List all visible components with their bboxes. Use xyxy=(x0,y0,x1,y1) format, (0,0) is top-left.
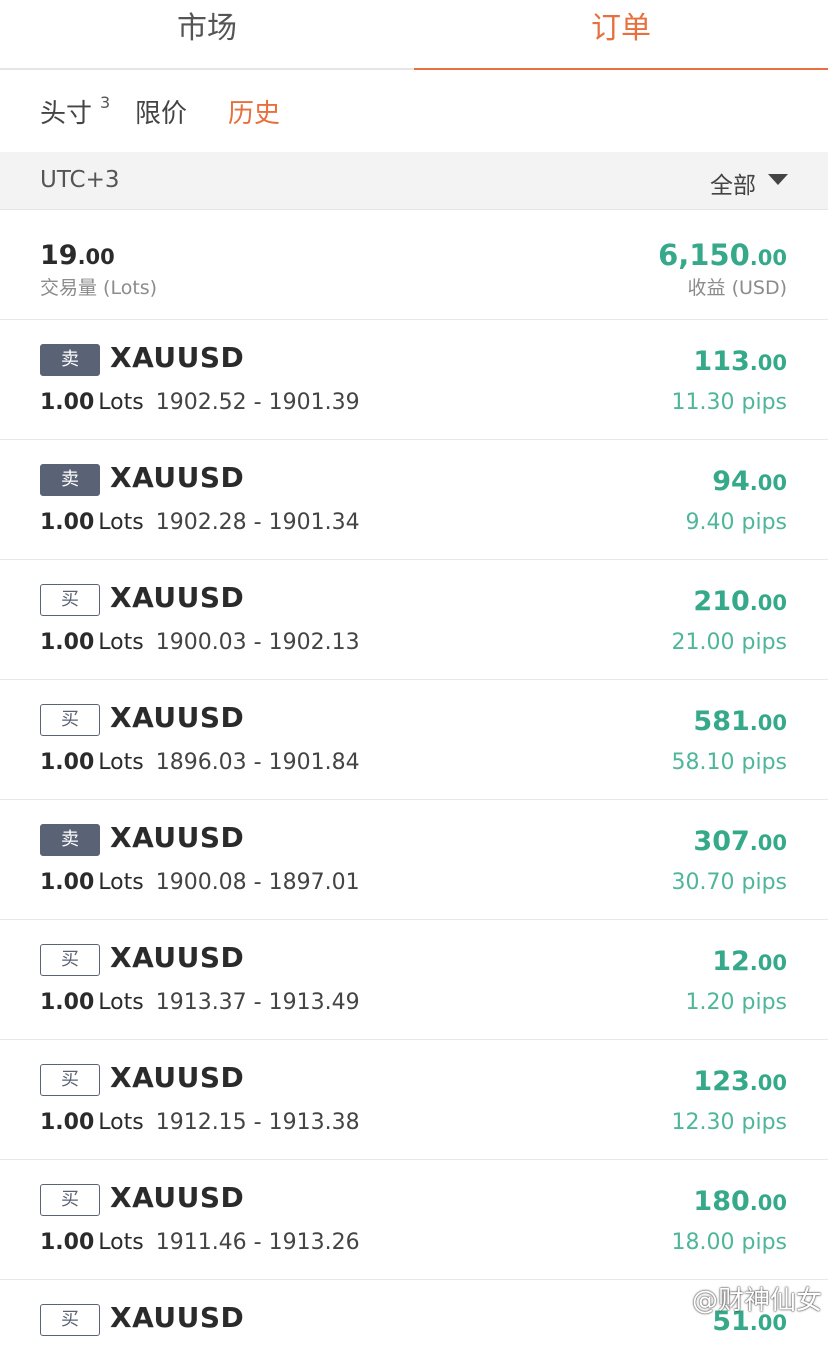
trade-details: 1.00 Lots 1902.28 - 1901.34 xyxy=(40,510,360,535)
trade-pips: 12.30 pips xyxy=(671,1110,787,1135)
trade-pips: 30.70 pips xyxy=(671,870,787,895)
side-badge: 买 xyxy=(40,1064,100,1096)
trade-symbol: XAUUSD xyxy=(110,461,245,494)
trade-details: 1.00 Lots 1896.03 - 1901.84 xyxy=(40,750,360,775)
total-profit: 6,150.00 xyxy=(658,238,787,272)
total-volume: 19.00 xyxy=(40,240,115,271)
trade-details: 1.00 Lots 1913.37 - 1913.49 xyxy=(40,990,360,1015)
trade-row[interactable]: 买 XAUUSD 1.00 Lots 1913.37 - 1913.49 12.00… xyxy=(0,920,828,1040)
side-badge: 卖 xyxy=(40,824,100,856)
chevron-down-icon[interactable] xyxy=(768,174,788,185)
side-badge: 买 xyxy=(40,944,100,976)
trade-details: 1.00 Lots 1911.46 - 1913.26 xyxy=(40,1230,360,1255)
trade-symbol: XAUUSD xyxy=(110,941,245,974)
trade-profit: 180.00 xyxy=(693,1186,787,1217)
trade-symbol: XAUUSD xyxy=(110,1061,245,1094)
trade-symbol: XAUUSD xyxy=(110,581,245,614)
trade-details: 1.00 Lots 1902.52 - 1901.39 xyxy=(40,390,360,415)
filter-bar: UTC+3 全部 xyxy=(0,152,828,210)
trade-row[interactable]: 卖 XAUUSD 1.00 Lots 1900.08 - 1897.01 307.0… xyxy=(0,800,828,920)
trade-pips: 11.30 pips xyxy=(671,390,787,415)
history-summary: 19.00 交易量 (Lots) 6,150.00 收益 (USD) xyxy=(0,210,828,320)
top-tab-bar: 市场 订单 xyxy=(0,0,828,72)
trade-symbol: XAUUSD xyxy=(110,821,245,854)
trade-history-list: 卖 XAUUSD 1.00 Lots 1902.52 - 1901.39 113.0… xyxy=(0,320,828,1346)
positions-count-badge: 3 xyxy=(100,93,111,112)
scope-filter-dropdown[interactable]: 全部 xyxy=(710,166,756,200)
tab-orders[interactable]: 订单 xyxy=(414,0,828,72)
trade-pips: 21.00 pips xyxy=(671,630,787,655)
side-badge: 买 xyxy=(40,584,100,616)
trade-row[interactable]: 买 XAUUSD 1.00 Lots 1911.46 - 1913.26 180.0… xyxy=(0,1160,828,1280)
trade-details: 1.00 Lots 1900.03 - 1902.13 xyxy=(40,630,360,655)
side-badge: 买 xyxy=(40,704,100,736)
trade-row[interactable]: 买 XAUUSD 1.00 Lots 1912.15 - 1913.38 123.0… xyxy=(0,1040,828,1160)
trade-profit: 123.00 xyxy=(693,1066,787,1097)
trade-profit: 210.00 xyxy=(693,586,787,617)
watermark-text: @财神仙女 xyxy=(691,1286,822,1316)
total-profit-label: 收益 (USD) xyxy=(687,277,787,299)
trade-symbol: XAUUSD xyxy=(110,341,245,374)
trade-row[interactable]: 买 XAUUSD 1.00 Lots 1896.03 - 1901.84 581.0… xyxy=(0,680,828,800)
trade-pips: 18.00 pips xyxy=(671,1230,787,1255)
sub-tab-bar: 头寸 3 限价 历史 xyxy=(0,70,828,152)
subtab-limit[interactable]: 限价 xyxy=(135,93,187,130)
subtab-history[interactable]: 历史 xyxy=(228,93,280,130)
side-badge: 买 xyxy=(40,1184,100,1216)
trade-pips: 1.20 pips xyxy=(685,990,787,1015)
trade-row[interactable]: 卖 XAUUSD 1.00 Lots 1902.28 - 1901.34 94.00… xyxy=(0,440,828,560)
trade-row[interactable]: 卖 XAUUSD 1.00 Lots 1902.52 - 1901.39 113.0… xyxy=(0,320,828,440)
tab-market[interactable]: 市场 xyxy=(0,0,414,70)
trade-symbol: XAUUSD xyxy=(110,1301,245,1334)
timezone-label: UTC+3 xyxy=(40,167,120,193)
side-badge: 卖 xyxy=(40,344,100,376)
subtab-positions[interactable]: 头寸 xyxy=(40,93,92,130)
trade-profit: 12.00 xyxy=(712,946,787,977)
trade-row[interactable]: 买 XAUUSD 1.00 Lots 1900.03 - 1902.13 210.0… xyxy=(0,560,828,680)
side-badge: 买 xyxy=(40,1304,100,1336)
trade-profit: 581.00 xyxy=(693,706,787,737)
trade-pips: 9.40 pips xyxy=(685,510,787,535)
trade-profit: 94.00 xyxy=(712,466,787,497)
trade-details: 1.00 Lots 1912.15 - 1913.38 xyxy=(40,1110,360,1135)
side-badge: 卖 xyxy=(40,464,100,496)
trade-symbol: XAUUSD xyxy=(110,1181,245,1214)
trade-profit: 113.00 xyxy=(693,346,787,377)
trade-symbol: XAUUSD xyxy=(110,701,245,734)
trade-profit: 307.00 xyxy=(693,826,787,857)
total-volume-label: 交易量 (Lots) xyxy=(40,277,158,299)
trade-pips: 58.10 pips xyxy=(671,750,787,775)
trade-details: 1.00 Lots 1900.08 - 1897.01 xyxy=(40,870,360,895)
